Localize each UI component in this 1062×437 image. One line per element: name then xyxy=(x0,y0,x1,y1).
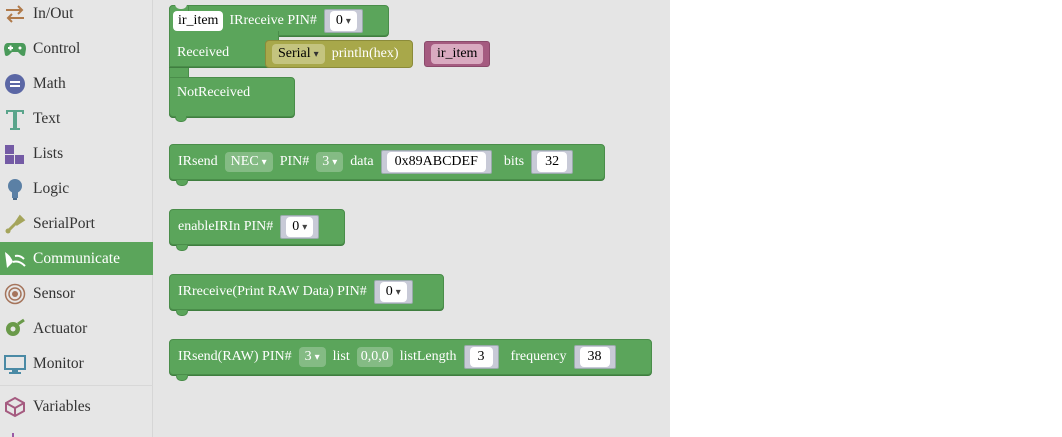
category-lists[interactable]: Lists xyxy=(0,137,153,170)
received-label: Received xyxy=(177,45,230,60)
monitor-icon xyxy=(2,351,28,377)
pin-socket: 0 xyxy=(373,280,413,304)
category-text[interactable]: Text xyxy=(0,102,153,135)
bottom-nub xyxy=(176,245,188,251)
pin-dropdown[interactable]: 3 xyxy=(298,347,326,367)
pin-dropdown[interactable]: 0 xyxy=(329,11,357,31)
category-monitor[interactable]: Monitor xyxy=(0,347,153,380)
gamepad-icon xyxy=(2,36,28,62)
bottom-nub xyxy=(175,116,187,122)
category-logic[interactable]: Logic xyxy=(0,172,153,205)
category-serialport[interactable]: SerialPort xyxy=(0,207,153,240)
bits-socket: 32 xyxy=(531,150,574,174)
pin-dropdown[interactable]: 3 xyxy=(316,152,344,172)
category-label: Communicate xyxy=(33,249,120,267)
println-label: println(hex) xyxy=(331,46,399,61)
irreceive-block[interactable]: ir_item IRreceive PIN# 0 Received NotRec… xyxy=(169,4,491,122)
pin-socket: 0 xyxy=(323,9,363,33)
category-label: In/Out xyxy=(33,4,74,22)
irreceive-raw-block[interactable]: IRreceive(Print RAW Data) PIN# 0 xyxy=(169,274,444,316)
irsend-raw-label: IRsend(RAW) PIN# xyxy=(178,349,292,364)
enable-irin-label: enableIRIn PIN# xyxy=(178,219,274,234)
data-socket: 0x89ABCDEF xyxy=(380,150,492,174)
category-label: SerialPort xyxy=(33,214,95,232)
pin-label: PIN# xyxy=(279,154,310,169)
variable-block[interactable]: ir_item xyxy=(424,41,491,67)
irsend-raw-row: IRsend(RAW) PIN# 3 list 0,0,0 listLength… xyxy=(178,345,616,369)
functions-icon xyxy=(2,429,28,437)
category-communicate[interactable]: Communicate xyxy=(0,242,153,275)
irsend-row: IRsend NEC PIN# 3 data 0x89ABCDEF bits 3… xyxy=(178,150,574,174)
irsend-label: IRsend xyxy=(178,154,218,169)
println-var-block[interactable]: ir_item xyxy=(424,41,491,67)
category-in-out[interactable]: In/Out xyxy=(0,0,153,30)
sensor-icon xyxy=(2,281,28,307)
length-socket: 3 xyxy=(463,345,499,369)
enable-irin-block[interactable]: enableIRIn PIN# 0 xyxy=(169,209,345,251)
category-actuator[interactable]: Actuator xyxy=(0,312,153,345)
serial-dropdown[interactable]: Serial xyxy=(272,44,325,64)
category-sensor[interactable]: Sensor xyxy=(0,277,153,310)
length-value[interactable]: 3 xyxy=(469,347,493,367)
pin-dropdown[interactable]: 0 xyxy=(286,217,314,237)
pin-dropdown[interactable]: 0 xyxy=(379,282,407,302)
list-value[interactable]: 0,0,0 xyxy=(356,347,393,367)
notreceived-row: NotReceived xyxy=(177,81,257,105)
data-label: data xyxy=(350,154,374,169)
received-row: Received xyxy=(177,41,236,65)
bits-label: bits xyxy=(503,154,525,169)
irsend-raw-block[interactable]: IRsend(RAW) PIN# 3 list 0,0,0 listLength… xyxy=(169,339,652,381)
in-out-icon xyxy=(2,1,28,27)
irreceive-raw-label: IRreceive(Print RAW Data) PIN# xyxy=(178,284,367,299)
var-name-field[interactable]: ir_item xyxy=(173,11,224,31)
data-value[interactable]: 0x89ABCDEF xyxy=(386,152,486,172)
pin-socket: 0 xyxy=(280,215,320,239)
frequency-label: frequency xyxy=(510,349,567,364)
category-partial[interactable] xyxy=(0,425,153,437)
text-icon xyxy=(2,106,28,132)
notreceived-label: NotReceived xyxy=(177,85,251,100)
category-label: Logic xyxy=(33,179,70,197)
bottom-nub xyxy=(176,375,188,381)
bottom-nub xyxy=(176,180,188,186)
category-label: Math xyxy=(33,74,66,92)
frequency-socket: 38 xyxy=(573,345,616,369)
antenna-icon xyxy=(2,246,28,272)
list-label: list xyxy=(332,349,350,364)
category-label: Actuator xyxy=(33,319,88,337)
protocol-dropdown[interactable]: NEC xyxy=(224,152,273,172)
bits-value[interactable]: 32 xyxy=(537,152,568,172)
frequency-value[interactable]: 38 xyxy=(579,347,610,367)
category-label: Monitor xyxy=(33,354,84,372)
variables-icon xyxy=(2,394,28,420)
lists-icon xyxy=(2,141,28,167)
irreceive-label: IRreceive PIN# xyxy=(229,13,317,28)
actuator-icon xyxy=(2,316,28,342)
category-label: Lists xyxy=(33,144,64,162)
irsend-block[interactable]: IRsend NEC PIN# 3 data 0x89ABCDEF bits 3… xyxy=(169,144,605,186)
category-variables[interactable]: Variables xyxy=(0,390,153,423)
category-control[interactable]: Control xyxy=(0,32,153,65)
category-label: Control xyxy=(33,39,81,57)
math-icon xyxy=(2,71,28,97)
category-label: Variables xyxy=(33,397,91,415)
category-label: Text xyxy=(33,109,61,127)
blocks-workspace[interactable]: ir_item IRreceive PIN# 0 Received NotRec… xyxy=(153,0,670,437)
list-length-label: listLength xyxy=(399,349,457,364)
bottom-nub xyxy=(176,310,188,316)
bulb-icon xyxy=(2,176,28,202)
serial-println-block[interactable]: Serial println(hex) xyxy=(265,40,413,68)
toolbox: In/Out Control Math Text Lists Logic Ser… xyxy=(0,0,153,437)
blank-area xyxy=(670,0,1062,437)
category-math[interactable]: Math xyxy=(0,67,153,100)
irreceive-row: ir_item IRreceive PIN# 0 xyxy=(173,9,363,33)
irreceive-raw-row: IRreceive(Print RAW Data) PIN# 0 xyxy=(178,280,413,304)
enable-irin-row: enableIRIn PIN# 0 xyxy=(178,215,320,239)
variable-name[interactable]: ir_item xyxy=(431,44,484,64)
toolbox-separator xyxy=(0,385,153,386)
usb-icon xyxy=(2,211,28,237)
category-label: Sensor xyxy=(33,284,76,302)
